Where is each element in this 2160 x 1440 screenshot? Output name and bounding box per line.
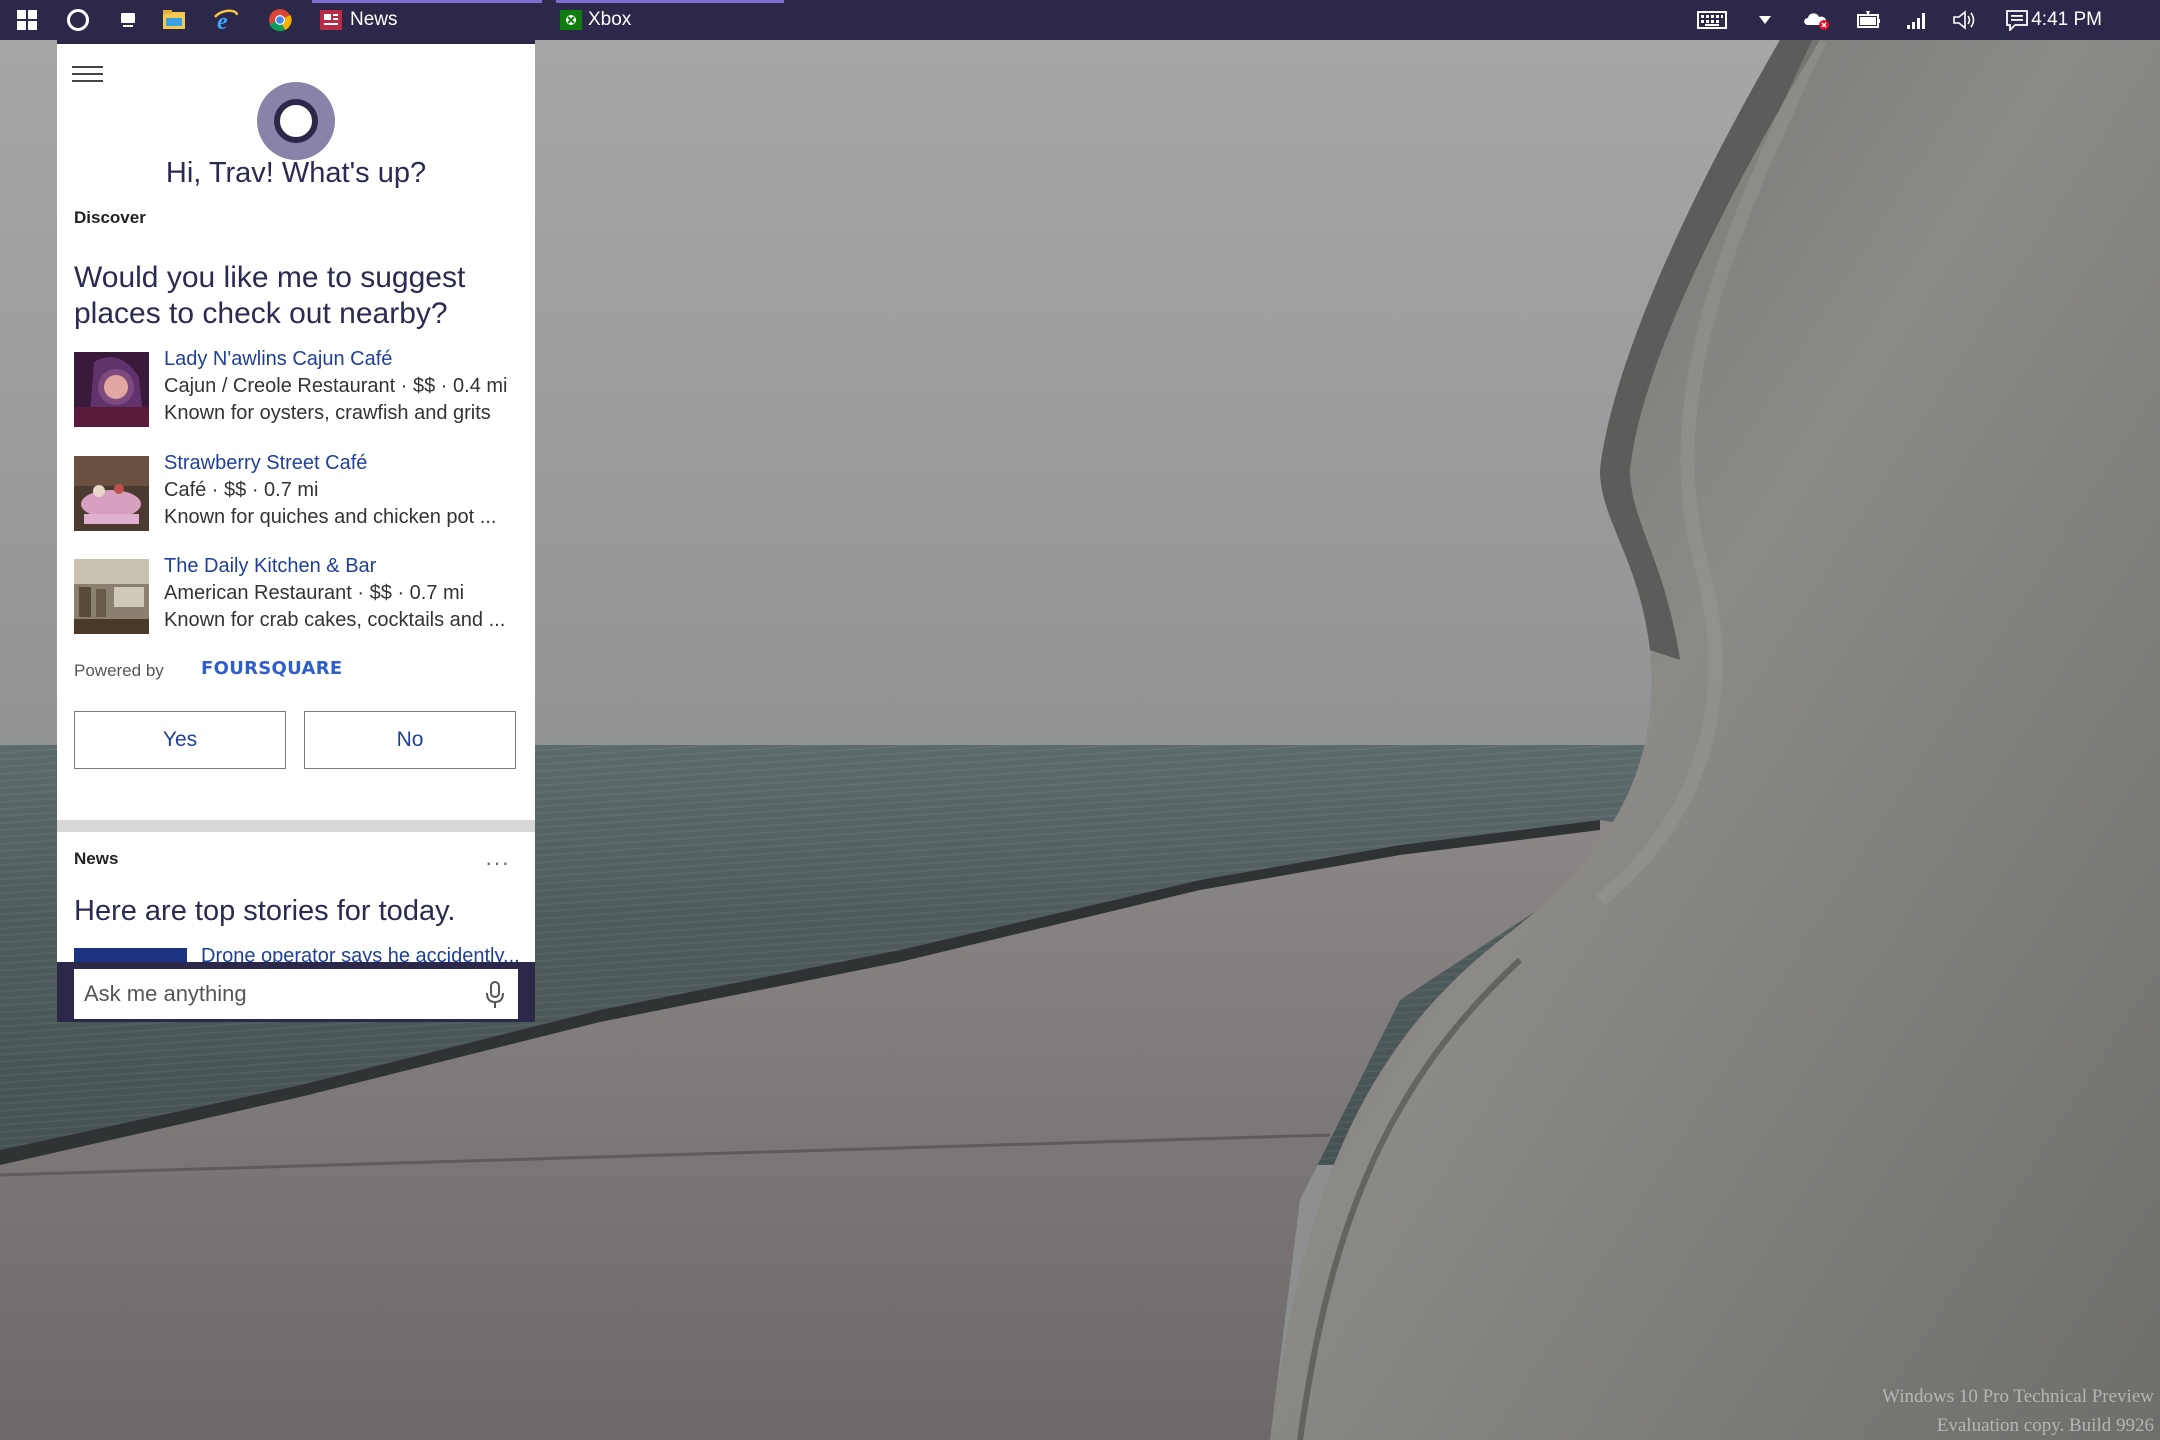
show-hidden-icons-button[interactable] [1752, 0, 1778, 40]
discover-card: Hi, Trav! What's up? Discover Would you … [57, 44, 535, 820]
network-button[interactable] [1902, 0, 1932, 40]
signal-bars-icon [1907, 13, 1925, 29]
taskbar-app-news[interactable]: News [312, 0, 542, 40]
discover-section-title: Discover [74, 208, 146, 227]
taskbar-app-label: News [350, 9, 398, 30]
news-heading: Here are top stories for today. [74, 895, 456, 927]
place-thumbnail [74, 456, 149, 531]
news-story-link[interactable]: Drone operator says he accidently... [201, 945, 520, 962]
notification-icon [2006, 10, 2028, 31]
place-thumbnail [74, 352, 149, 427]
active-app-indicator [312, 0, 542, 3]
cortana-panel: Hi, Trav! What's up? Discover Would you … [57, 40, 535, 1022]
chrome-icon [269, 9, 292, 32]
place-details: Café · $$ · 0.7 mi [164, 479, 319, 501]
powered-by-label: Powered by [74, 661, 164, 680]
watermark-line-2: Evaluation copy. Build 9926 [1936, 1415, 2154, 1436]
battery-icon [1857, 11, 1880, 28]
cortana-circle-icon [67, 9, 89, 31]
keyboard-icon [1697, 11, 1727, 29]
no-button[interactable]: No [304, 711, 516, 769]
onedrive-status[interactable] [1800, 0, 1834, 40]
place-item[interactable]: Strawberry Street Café Café · $$ · 0.7 m… [74, 452, 524, 546]
place-details: Cajun / Creole Restaurant · $$ · 0.4 mi [164, 375, 508, 397]
cortana-logo-icon [257, 82, 335, 160]
card-separator [57, 820, 535, 832]
place-thumbnail [74, 559, 149, 634]
cortana-greeting: Hi, Trav! What's up? [165, 157, 427, 189]
windows-logo-icon [17, 10, 37, 30]
news-app-icon [320, 10, 342, 30]
windows-watermark: Windows 10 Pro Technical Preview Evaluat… [1882, 1382, 2154, 1440]
start-button[interactable] [8, 0, 46, 40]
hamburger-line [72, 66, 103, 68]
battery-button[interactable] [1852, 0, 1886, 40]
task-view-button[interactable] [108, 0, 148, 40]
hamburger-line [72, 73, 103, 75]
internet-explorer-icon: e [214, 9, 239, 33]
speaker-icon [1953, 10, 1975, 30]
more-options-button[interactable]: ··· [485, 850, 510, 876]
cortana-button[interactable] [58, 0, 98, 40]
news-section-title: News [74, 849, 119, 868]
microphone-icon[interactable] [484, 981, 506, 1009]
xbox-app-icon [560, 10, 582, 30]
cloud-error-icon [1804, 13, 1829, 30]
action-center-button[interactable] [2000, 0, 2034, 40]
taskbar-app-xbox[interactable]: Xbox [556, 0, 784, 40]
chrome-button[interactable] [260, 0, 300, 40]
place-name-link[interactable]: Strawberry Street Café [164, 452, 367, 475]
place-name-link[interactable]: The Daily Kitchen & Bar [164, 555, 376, 578]
cortana-search-box [74, 969, 518, 1019]
file-explorer-button[interactable] [154, 0, 194, 40]
taskbar: e News Xbox 4:41 PM [0, 0, 2160, 40]
watermark-line-1: Windows 10 Pro Technical Preview [1882, 1386, 2154, 1407]
place-known-for: Known for quiches and chicken pot ... [164, 506, 497, 528]
search-input[interactable] [82, 980, 456, 1008]
foursquare-logo-link[interactable]: FOURSQUARE [201, 658, 343, 679]
place-item[interactable]: Lady N'awlins Cajun Café Cajun / Creole … [74, 348, 524, 442]
hamburger-line [72, 80, 103, 82]
yes-button[interactable]: Yes [74, 711, 286, 769]
discover-question: Would you like me to suggest places to c… [74, 261, 466, 330]
task-view-icon [121, 13, 135, 27]
place-name-link[interactable]: Lady N'awlins Cajun Café [164, 348, 392, 371]
touch-keyboard-button[interactable] [1694, 0, 1730, 40]
taskbar-clock[interactable]: 4:41 PM [2031, 0, 2102, 40]
hamburger-menu-button[interactable] [72, 66, 103, 88]
taskbar-app-label: Xbox [588, 9, 632, 30]
caret-down-icon [1759, 16, 1771, 24]
folder-icon [163, 10, 185, 29]
place-known-for: Known for crab cakes, cocktails and ... [164, 609, 506, 631]
place-known-for: Known for oysters, crawfish and grits [164, 402, 491, 424]
active-app-indicator [556, 0, 784, 3]
volume-button[interactable] [1950, 0, 1982, 40]
place-item[interactable]: The Daily Kitchen & Bar American Restaur… [74, 555, 524, 649]
news-thumbnail [74, 948, 187, 962]
news-card: News ··· Here are top stories for today.… [57, 832, 535, 962]
internet-explorer-button[interactable]: e [206, 0, 246, 40]
place-details: American Restaurant · $$ · 0.7 mi [164, 582, 465, 604]
